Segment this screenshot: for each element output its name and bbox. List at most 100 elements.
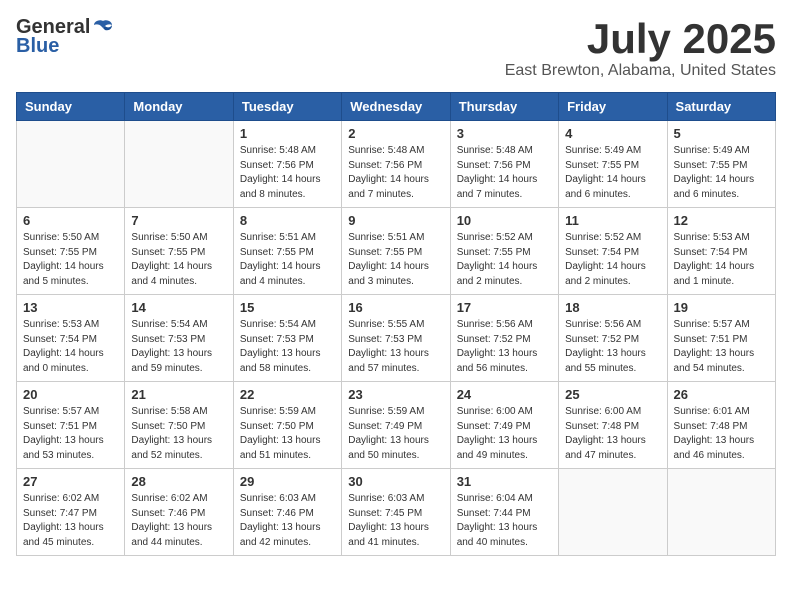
day-info: Sunrise: 5:54 AM Sunset: 7:53 PM Dayligh… [131,318,226,376]
day-number: 12 [674,213,769,228]
calendar-cell: 1 Sunrise: 5:48 AM Sunset: 7:56 PM Daylig… [233,121,341,208]
header-friday: Friday [559,93,667,121]
page-header: General Blue July 2025 East Brewton, Ala… [16,16,776,80]
calendar-cell: 22 Sunrise: 5:59 AM Sunset: 7:50 PM Dayli… [233,382,341,469]
calendar-cell: 11 Sunrise: 5:52 AM Sunset: 7:54 PM Dayli… [559,208,667,295]
day-number: 21 [131,387,226,402]
day-info: Sunrise: 5:48 AM Sunset: 7:56 PM Dayligh… [240,144,335,202]
calendar-cell: 24 Sunrise: 6:00 AM Sunset: 7:49 PM Dayli… [450,382,558,469]
day-number: 24 [457,387,552,402]
calendar-week-row: 20Sunrise: 5:57 AM Sunset: 7:51 PM Dayli… [17,382,776,469]
header-sunday: Sunday [17,93,125,121]
day-info: Sunrise: 5:54 AM Sunset: 7:53 PM Dayligh… [240,318,335,376]
calendar-table: Sunday Monday Tuesday Wednesday Thursday… [16,92,776,556]
day-number: 5 [674,126,769,141]
day-info: Sunrise: 5:50 AM Sunset: 7:55 PM Dayligh… [23,231,118,289]
day-info: Sunrise: 5:51 AM Sunset: 7:55 PM Dayligh… [348,231,443,289]
title-section: July 2025 East Brewton, Alabama, United … [505,16,776,80]
day-info: Sunrise: 5:52 AM Sunset: 7:54 PM Dayligh… [565,231,660,289]
calendar-cell: 25Sunrise: 6:00 AM Sunset: 7:48 PM Dayli… [559,382,667,469]
calendar-cell: 16Sunrise: 5:55 AM Sunset: 7:53 PM Dayli… [342,295,450,382]
day-number: 22 [240,387,335,402]
day-number: 4 [565,126,660,141]
day-number: 31 [457,474,552,489]
day-info: Sunrise: 5:56 AM Sunset: 7:52 PM Dayligh… [565,318,660,376]
day-number: 27 [23,474,118,489]
day-number: 1 [240,126,335,141]
day-info: Sunrise: 5:53 AM Sunset: 7:54 PM Dayligh… [23,318,118,376]
day-number: 17 [457,300,552,315]
calendar-cell: 17 Sunrise: 5:56 AM Sunset: 7:52 PM Dayli… [450,295,558,382]
calendar-cell [667,469,775,556]
day-number: 19 [674,300,769,315]
calendar-cell: 23Sunrise: 5:59 AM Sunset: 7:49 PM Dayli… [342,382,450,469]
day-number: 29 [240,474,335,489]
calendar-cell: 29Sunrise: 6:03 AM Sunset: 7:46 PM Dayli… [233,469,341,556]
header-tuesday: Tuesday [233,93,341,121]
day-info: Sunrise: 6:02 AM Sunset: 7:47 PM Dayligh… [23,492,118,550]
calendar-week-row: 1 Sunrise: 5:48 AM Sunset: 7:56 PM Daylig… [17,121,776,208]
day-number: 23 [348,387,443,402]
calendar-cell: 14 Sunrise: 5:54 AM Sunset: 7:53 PM Dayli… [125,295,233,382]
day-info: Sunrise: 6:02 AM Sunset: 7:46 PM Dayligh… [131,492,226,550]
day-info: Sunrise: 5:59 AM Sunset: 7:50 PM Dayligh… [240,405,335,463]
header-monday: Monday [125,93,233,121]
day-info: Sunrise: 5:58 AM Sunset: 7:50 PM Dayligh… [131,405,226,463]
day-info: Sunrise: 6:01 AM Sunset: 7:48 PM Dayligh… [674,405,769,463]
day-number: 8 [240,213,335,228]
logo-bird-icon [92,17,114,39]
day-info: Sunrise: 5:51 AM Sunset: 7:55 PM Dayligh… [240,231,335,289]
day-number: 2 [348,126,443,141]
day-info: Sunrise: 5:48 AM Sunset: 7:56 PM Dayligh… [457,144,552,202]
day-info: Sunrise: 5:49 AM Sunset: 7:55 PM Dayligh… [565,144,660,202]
day-number: 18 [565,300,660,315]
day-number: 11 [565,213,660,228]
day-info: Sunrise: 6:03 AM Sunset: 7:45 PM Dayligh… [348,492,443,550]
header-saturday: Saturday [667,93,775,121]
day-number: 30 [348,474,443,489]
header-thursday: Thursday [450,93,558,121]
day-number: 26 [674,387,769,402]
calendar-cell: 8 Sunrise: 5:51 AM Sunset: 7:55 PM Daylig… [233,208,341,295]
day-info: Sunrise: 5:49 AM Sunset: 7:55 PM Dayligh… [674,144,769,202]
location-text: East Brewton, Alabama, United States [505,62,776,80]
calendar-cell [559,469,667,556]
calendar-cell: 19Sunrise: 5:57 AM Sunset: 7:51 PM Dayli… [667,295,775,382]
logo: General Blue [16,16,114,58]
day-info: Sunrise: 6:04 AM Sunset: 7:44 PM Dayligh… [457,492,552,550]
day-number: 13 [23,300,118,315]
calendar-cell: 12Sunrise: 5:53 AM Sunset: 7:54 PM Dayli… [667,208,775,295]
day-info: Sunrise: 5:50 AM Sunset: 7:55 PM Dayligh… [131,231,226,289]
calendar-week-row: 6 Sunrise: 5:50 AM Sunset: 7:55 PM Daylig… [17,208,776,295]
day-number: 7 [131,213,226,228]
day-info: Sunrise: 6:00 AM Sunset: 7:49 PM Dayligh… [457,405,552,463]
day-info: Sunrise: 5:55 AM Sunset: 7:53 PM Dayligh… [348,318,443,376]
calendar-cell [17,121,125,208]
day-number: 28 [131,474,226,489]
calendar-cell: 6 Sunrise: 5:50 AM Sunset: 7:55 PM Daylig… [17,208,125,295]
day-number: 14 [131,300,226,315]
calendar-week-row: 13 Sunrise: 5:53 AM Sunset: 7:54 PM Dayli… [17,295,776,382]
month-title: July 2025 [505,16,776,62]
day-info: Sunrise: 5:52 AM Sunset: 7:55 PM Dayligh… [457,231,552,289]
calendar-header-row: Sunday Monday Tuesday Wednesday Thursday… [17,93,776,121]
calendar-cell: 2Sunrise: 5:48 AM Sunset: 7:56 PM Daylig… [342,121,450,208]
calendar-cell: 31 Sunrise: 6:04 AM Sunset: 7:44 PM Dayli… [450,469,558,556]
calendar-cell: 10Sunrise: 5:52 AM Sunset: 7:55 PM Dayli… [450,208,558,295]
calendar-cell: 13 Sunrise: 5:53 AM Sunset: 7:54 PM Dayli… [17,295,125,382]
calendar-cell: 18 Sunrise: 5:56 AM Sunset: 7:52 PM Dayli… [559,295,667,382]
day-number: 25 [565,387,660,402]
calendar-cell: 4 Sunrise: 5:49 AM Sunset: 7:55 PM Daylig… [559,121,667,208]
calendar-cell: 20Sunrise: 5:57 AM Sunset: 7:51 PM Dayli… [17,382,125,469]
calendar-week-row: 27 Sunrise: 6:02 AM Sunset: 7:47 PM Dayli… [17,469,776,556]
calendar-cell: 27 Sunrise: 6:02 AM Sunset: 7:47 PM Dayli… [17,469,125,556]
calendar-cell: 21 Sunrise: 5:58 AM Sunset: 7:50 PM Dayli… [125,382,233,469]
day-number: 6 [23,213,118,228]
day-number: 15 [240,300,335,315]
day-info: Sunrise: 5:57 AM Sunset: 7:51 PM Dayligh… [23,405,118,463]
calendar-cell: 15 Sunrise: 5:54 AM Sunset: 7:53 PM Dayli… [233,295,341,382]
calendar-cell: 28 Sunrise: 6:02 AM Sunset: 7:46 PM Dayli… [125,469,233,556]
day-info: Sunrise: 5:56 AM Sunset: 7:52 PM Dayligh… [457,318,552,376]
header-wednesday: Wednesday [342,93,450,121]
day-number: 3 [457,126,552,141]
